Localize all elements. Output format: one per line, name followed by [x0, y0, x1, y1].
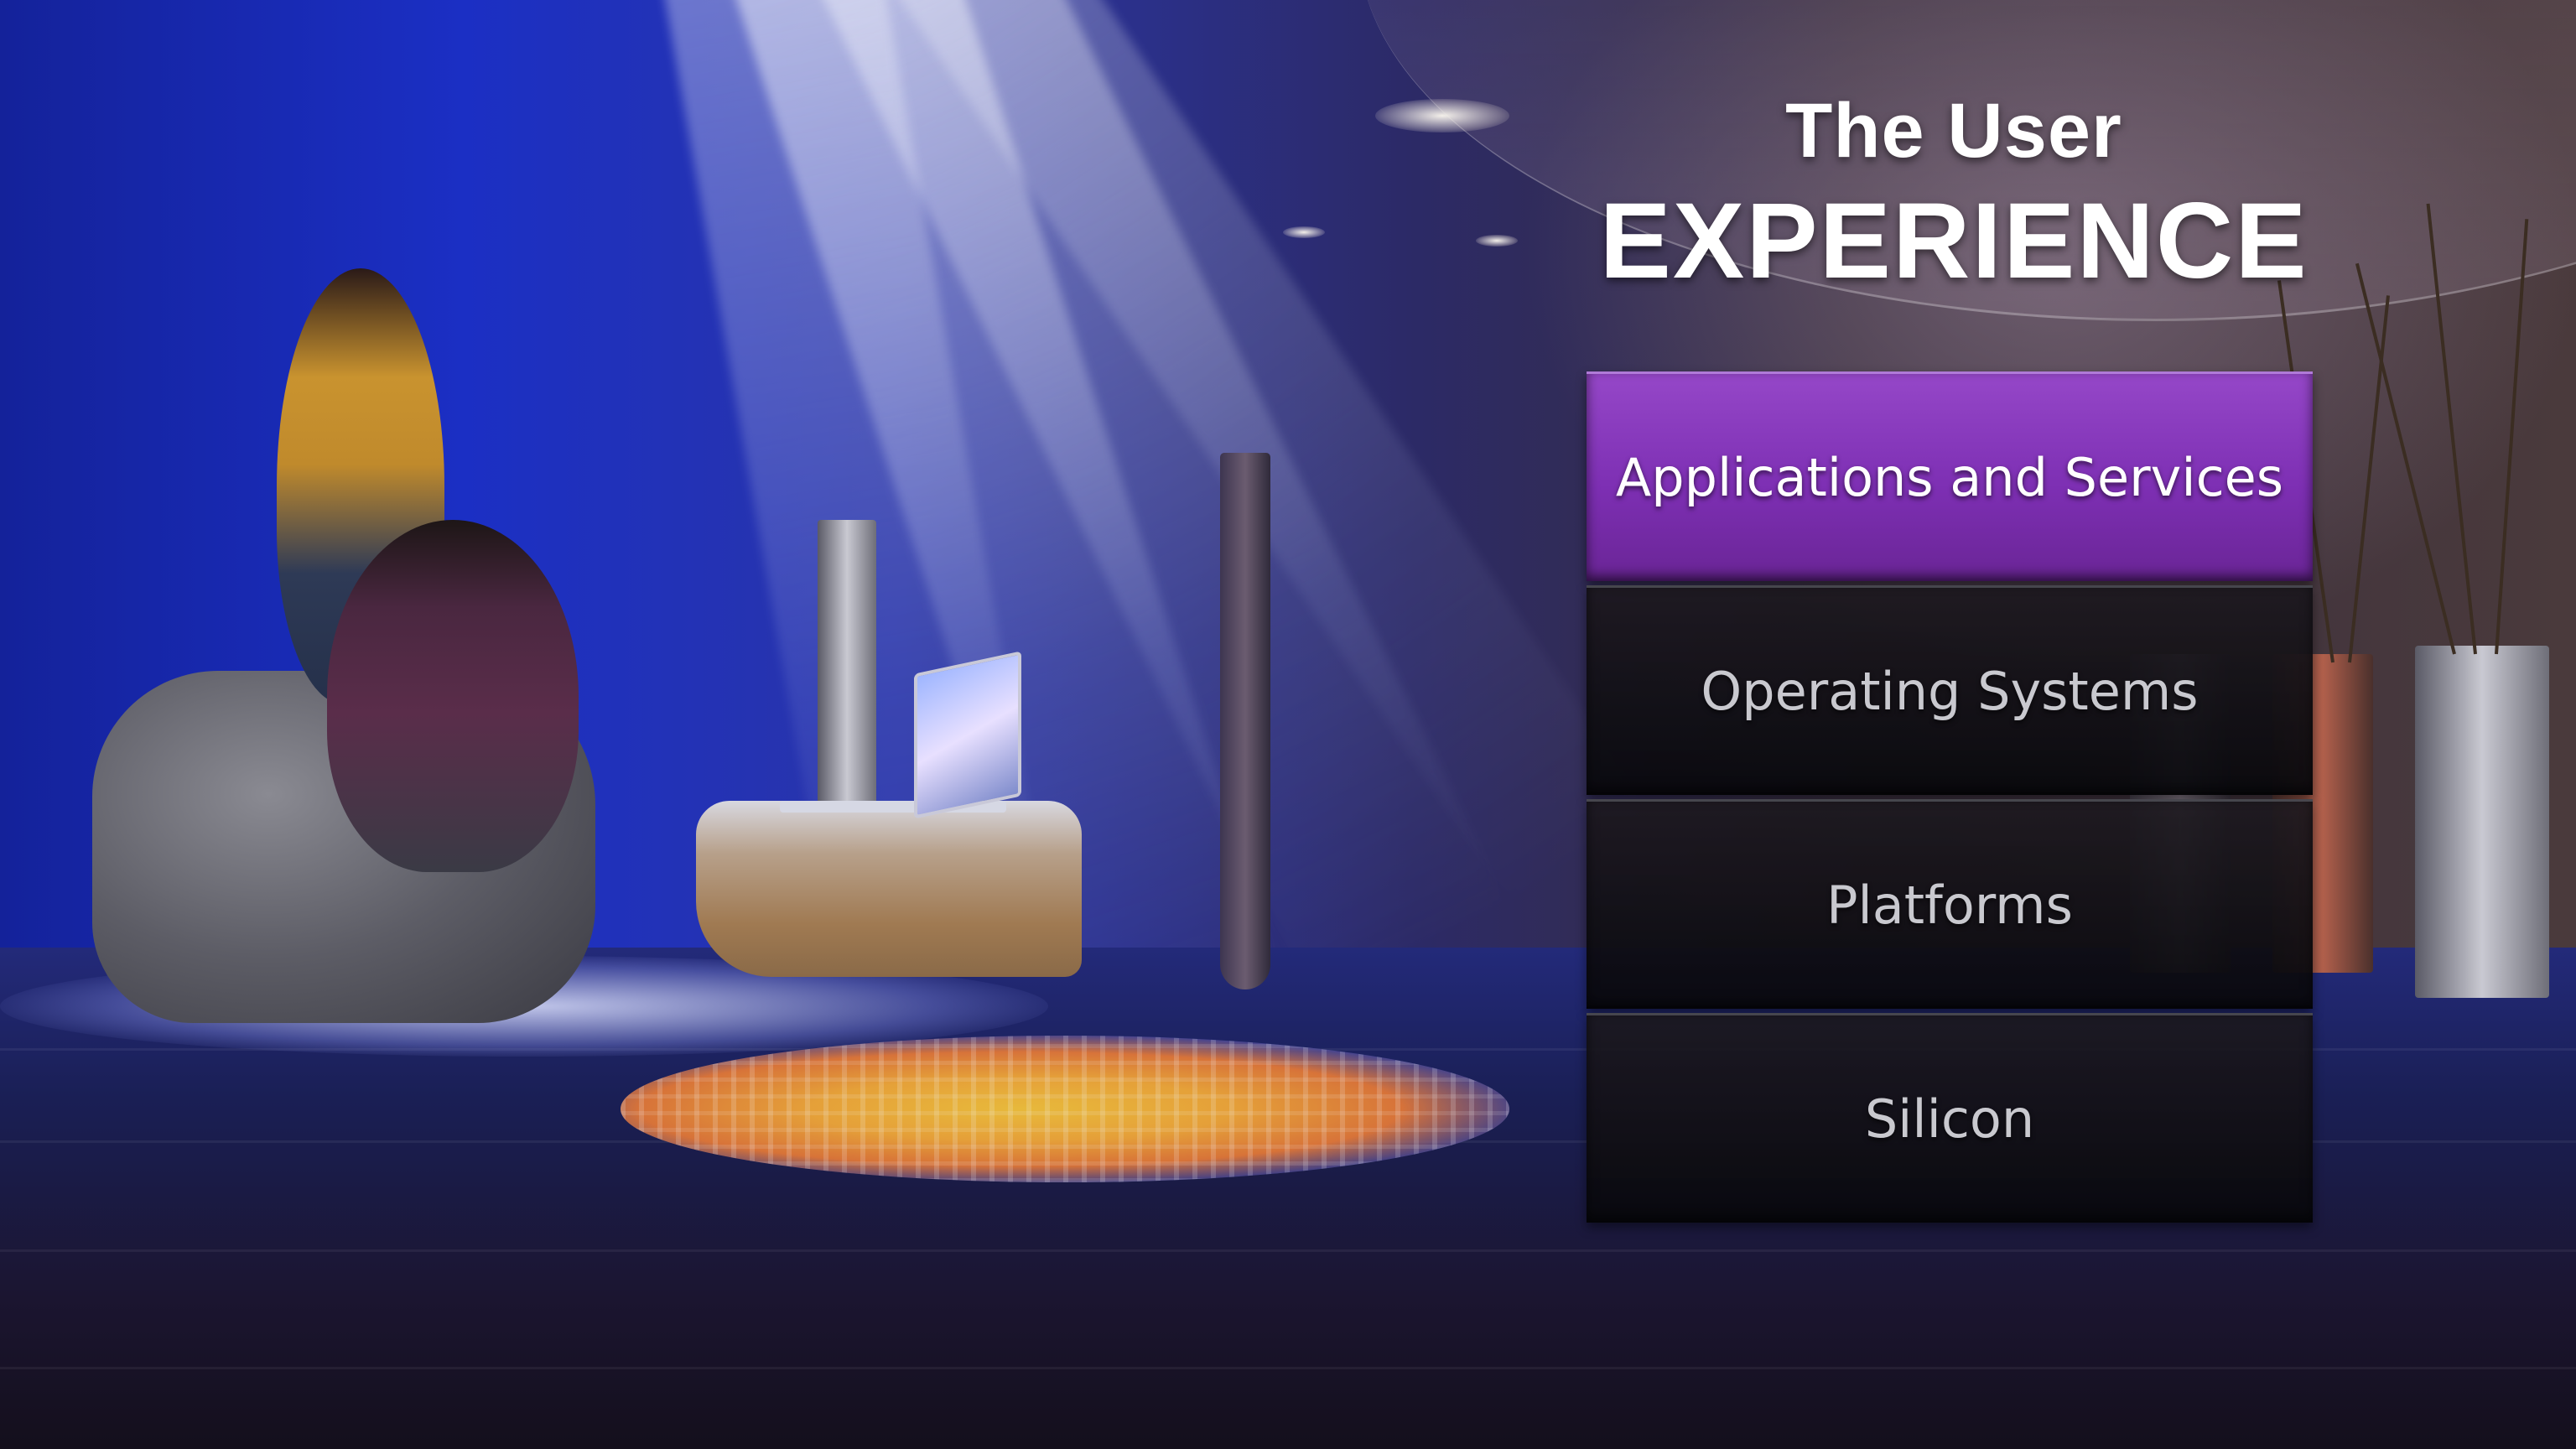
menu-item-silicon[interactable]: Silicon	[1587, 1013, 2313, 1223]
layer-menu: Applications and Services Operating Syst…	[1587, 371, 2313, 1227]
ceiling-light	[1375, 99, 1509, 132]
menu-item-platforms[interactable]: Platforms	[1587, 799, 2313, 1009]
menu-item-label: Silicon	[1864, 1088, 2035, 1150]
man-figure	[327, 520, 579, 872]
planter	[2415, 646, 2549, 998]
laptop-screen	[914, 651, 1021, 819]
processor-projection	[621, 1036, 1509, 1182]
ceiling-light	[1283, 226, 1325, 238]
menu-item-label: Operating Systems	[1701, 661, 2199, 722]
menu-item-label: Platforms	[1826, 875, 2073, 936]
ceiling-light	[1476, 235, 1518, 247]
tall-vase	[818, 520, 876, 805]
slide: The User EXPERIENCE Applications and Ser…	[0, 0, 2576, 1449]
title-block: The User EXPERIENCE	[1576, 92, 2331, 295]
pillar	[1220, 453, 1270, 989]
menu-item-label: Applications and Services	[1615, 447, 2284, 508]
grass	[2495, 219, 2529, 655]
menu-item-operating-systems[interactable]: Operating Systems	[1587, 585, 2313, 795]
side-table	[696, 801, 1082, 977]
title-line-2: EXPERIENCE	[1599, 181, 2309, 301]
menu-item-applications-and-services[interactable]: Applications and Services	[1587, 371, 2313, 581]
grass	[2348, 295, 2390, 663]
title-line-1: The User	[1785, 88, 2122, 174]
